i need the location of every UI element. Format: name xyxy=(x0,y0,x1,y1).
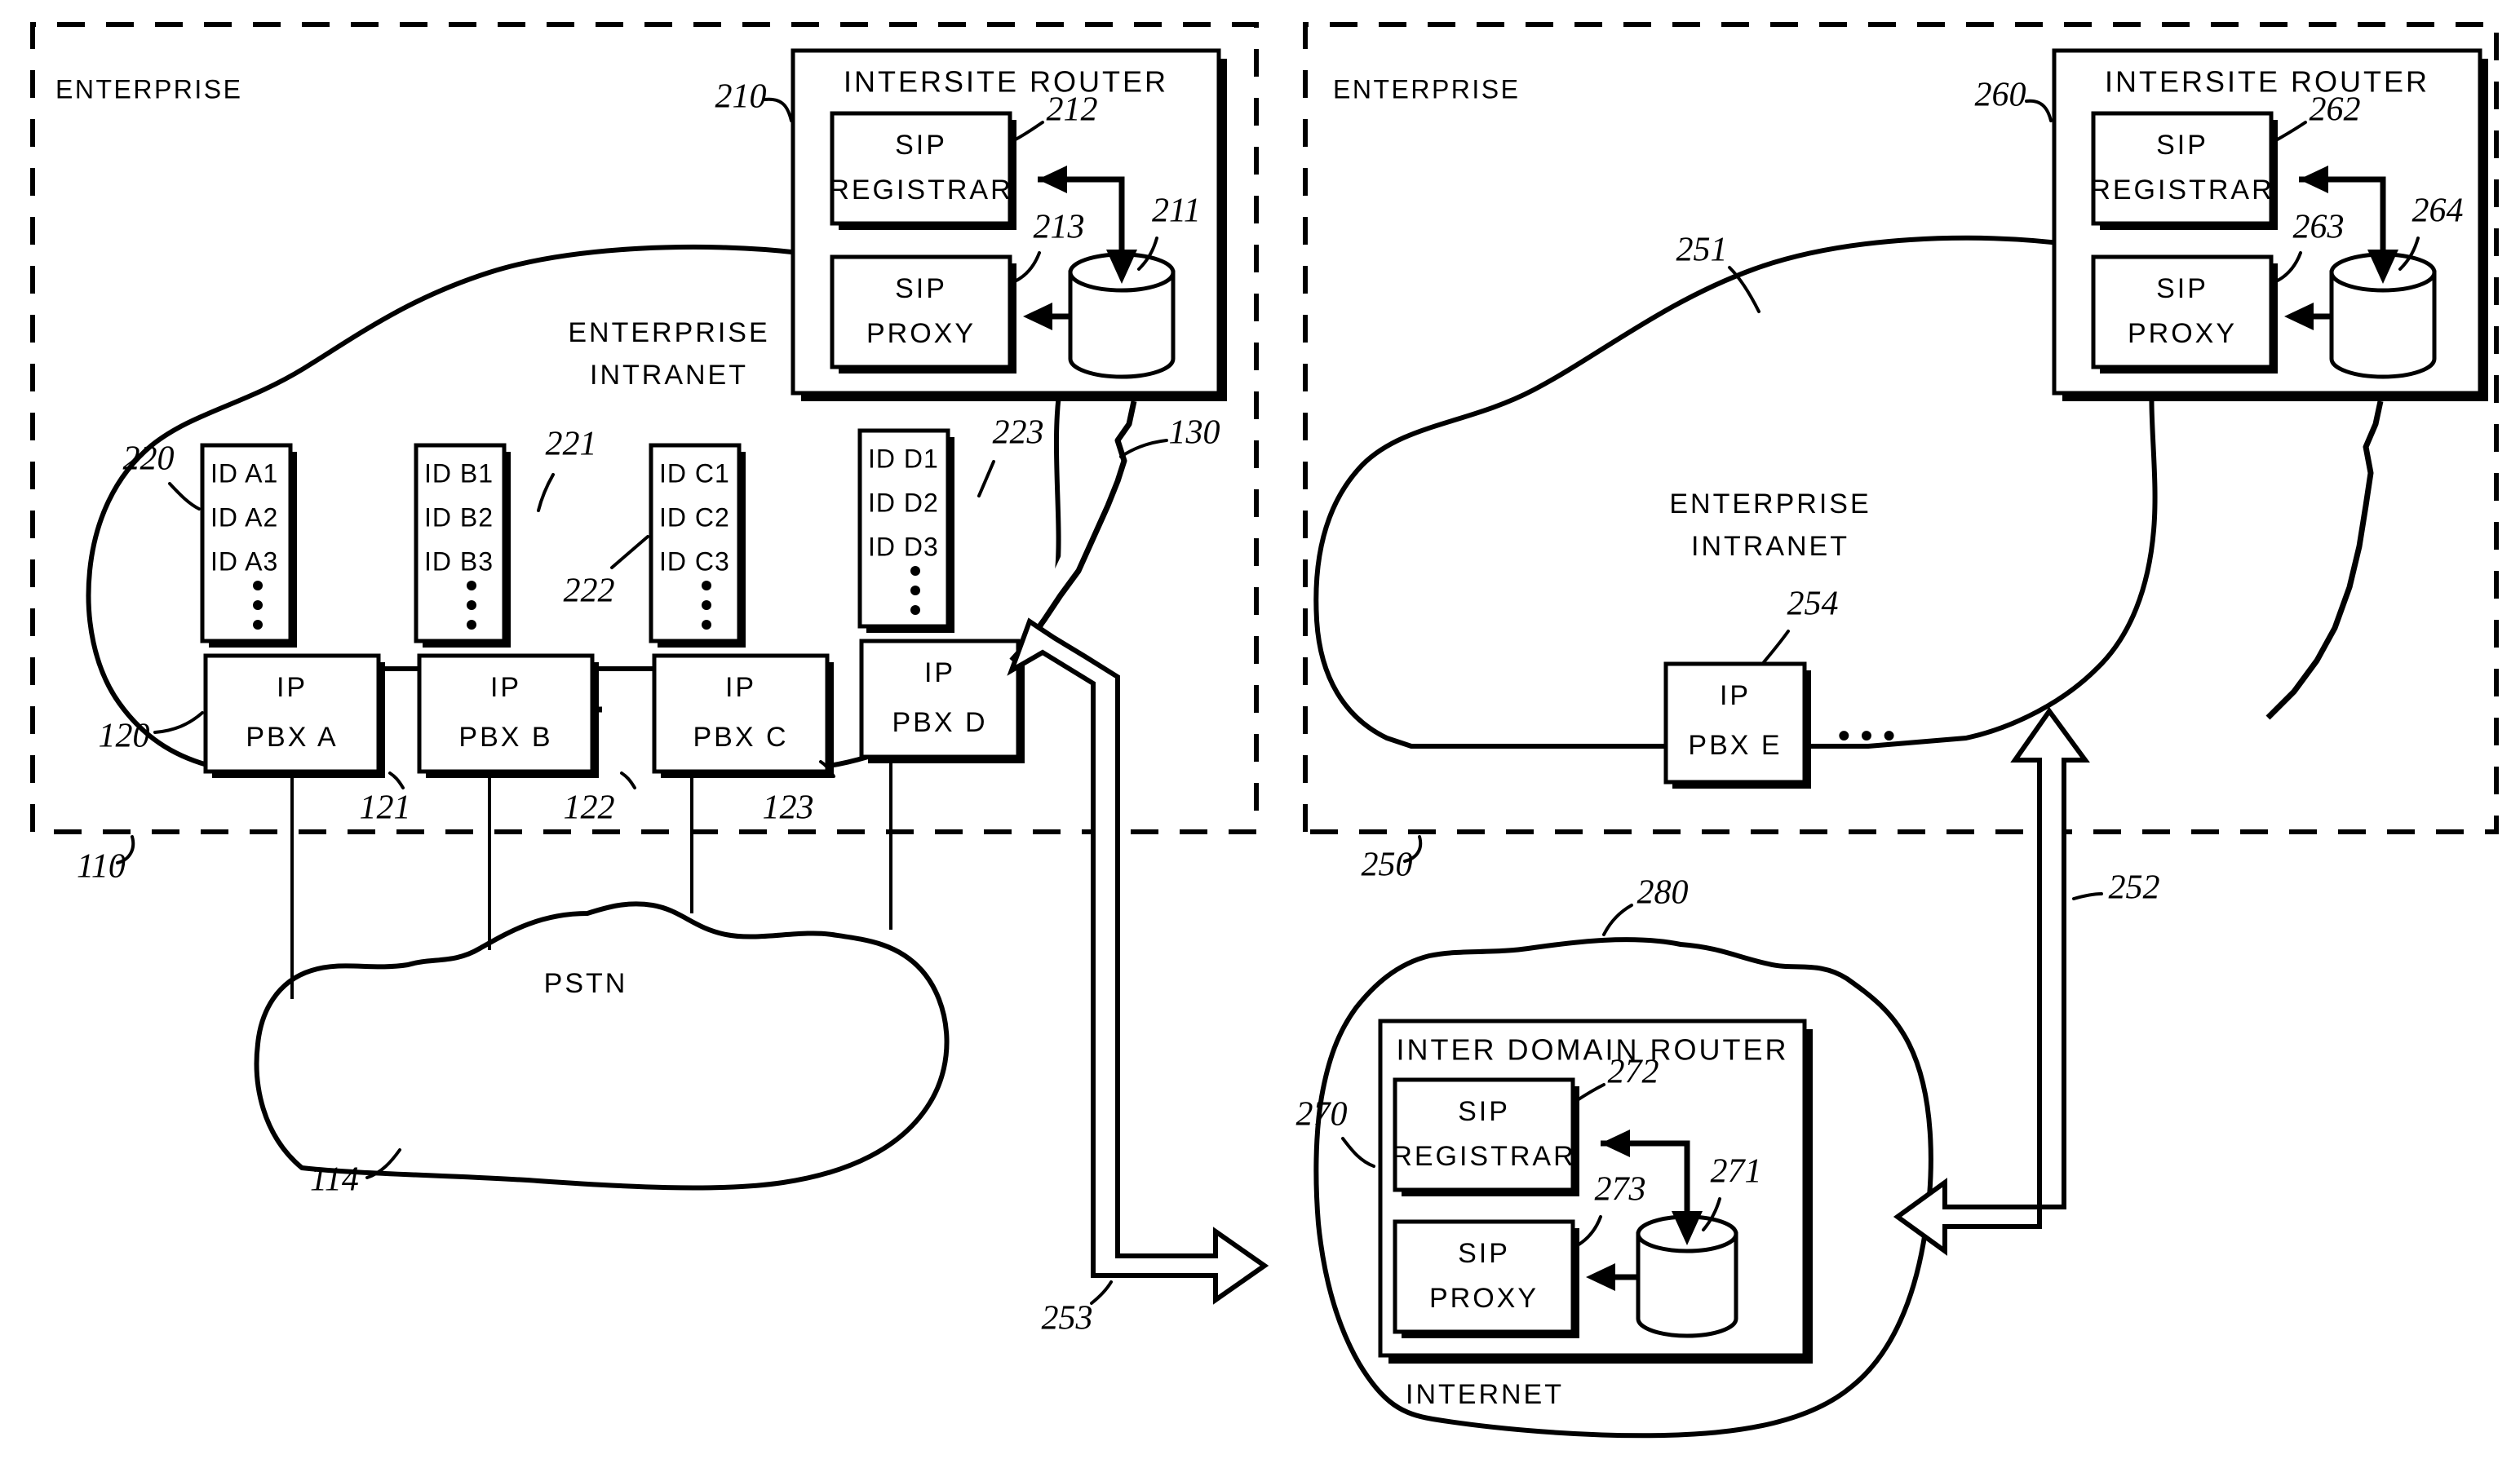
ip-pbx-c: IP PBX C xyxy=(652,653,834,778)
id-table-d-row-0: ID D1 xyxy=(868,444,939,473)
ip-pbx-c-line2: PBX C xyxy=(693,722,788,753)
ip-pbx-a-line2: PBX A xyxy=(246,722,338,753)
left-sip-proxy-line1: SIP xyxy=(895,273,947,304)
id-table-b-row-2: ID B3 xyxy=(424,546,494,576)
id-table-c-row-2: ID C3 xyxy=(659,546,730,576)
tunnel-253 xyxy=(1007,617,1269,1305)
ref-222: 222 xyxy=(564,573,615,610)
right-sip-proxy: SIP PROXY xyxy=(2091,254,2278,374)
ref-251: 251 xyxy=(1676,232,1728,269)
id-table-d: ID D1 ID D2 ID D3 xyxy=(857,428,954,633)
ref-271: 271 xyxy=(1711,1153,1762,1191)
right-cloud-label-line2: INTRANET xyxy=(1691,531,1849,562)
ip-pbx-e: IP PBX E xyxy=(1663,661,1811,789)
right-sip-registrar-line2: REGISTRAR xyxy=(2090,175,2274,206)
inter-domain-router-title: INTER DOMAIN ROUTER xyxy=(1396,1033,1788,1067)
ref-280: 280 xyxy=(1637,874,1689,912)
left-sip-registrar-line2: REGISTRAR xyxy=(829,175,1012,206)
patent-figure: ENTERPRISE INTRANET ENTERPRISE INTRANET … xyxy=(0,0,2520,1481)
ref-253: 253 xyxy=(1042,1300,1093,1337)
ref-273: 273 xyxy=(1595,1171,1646,1209)
left-router-title: INTERSITE ROUTER xyxy=(844,65,1168,99)
id-table-c-row-1: ID C2 xyxy=(659,502,730,532)
idr-sip-registrar-line2: REGISTRAR xyxy=(1392,1141,1575,1172)
ref-210: 210 xyxy=(715,78,767,116)
ref-114: 114 xyxy=(310,1161,359,1199)
ip-pbx-b: IP PBX B xyxy=(417,653,599,778)
right-router-title: INTERSITE ROUTER xyxy=(2105,65,2429,99)
left-sip-proxy-line2: PROXY xyxy=(866,318,976,349)
left-cloud-label-line2: INTRANET xyxy=(590,360,748,391)
right-sip-registrar-line1: SIP xyxy=(2156,130,2208,161)
idr-sip-registrar-line1: SIP xyxy=(1458,1096,1510,1127)
ref-270: 270 xyxy=(1296,1096,1348,1134)
left-sip-proxy: SIP PROXY xyxy=(830,254,1016,374)
pbx-e-continuation-dots: • • • xyxy=(1838,716,1896,756)
id-table-b-row-0: ID B1 xyxy=(424,458,494,488)
right-sip-proxy-line1: SIP xyxy=(2156,273,2208,304)
internet-label: INTERNET xyxy=(1406,1379,1564,1410)
id-table-d-row-1: ID D2 xyxy=(868,488,939,517)
ip-pbx-e-line2: PBX E xyxy=(1688,730,1782,761)
ref-223: 223 xyxy=(993,414,1044,452)
ip-pbx-b-line2: PBX B xyxy=(458,722,552,753)
ip-pbx-d: IP PBX D xyxy=(859,639,1025,763)
ref-221: 221 xyxy=(546,426,597,463)
ip-pbx-d-line2: PBX D xyxy=(892,707,987,738)
ref-272: 272 xyxy=(1608,1054,1659,1091)
left-sip-registrar: SIP REGISTRAR xyxy=(829,111,1016,230)
ref-212: 212 xyxy=(1047,91,1098,129)
ip-pbx-d-line1: IP xyxy=(924,657,955,688)
ref-252: 252 xyxy=(2109,869,2160,907)
ref-110: 110 xyxy=(77,848,126,886)
ref-254: 254 xyxy=(1787,586,1839,623)
ref-263: 263 xyxy=(2293,209,2345,246)
ref-213: 213 xyxy=(1034,209,1085,246)
ref-250: 250 xyxy=(1362,847,1413,884)
id-table-c: ID C1 ID C2 ID C3 xyxy=(649,443,746,648)
right-cloud-label-line1: ENTERPRISE xyxy=(1669,489,1871,519)
idr-sip-proxy-line2: PROXY xyxy=(1429,1283,1539,1314)
idr-sip-registrar: SIP REGISTRAR xyxy=(1392,1077,1579,1196)
left-cloud-label-line1: ENTERPRISE xyxy=(568,317,769,348)
id-table-b: ID B1 ID B2 ID B3 xyxy=(414,443,511,648)
idr-sip-proxy: SIP PROXY xyxy=(1393,1219,1579,1338)
ref-122: 122 xyxy=(564,789,615,827)
ref-220: 220 xyxy=(123,440,175,478)
right-sip-registrar: SIP REGISTRAR xyxy=(2090,111,2278,230)
id-table-d-row-2: ID D3 xyxy=(868,532,939,561)
id-table-b-row-1: ID B2 xyxy=(424,502,494,532)
left-sip-registrar-line1: SIP xyxy=(895,130,947,161)
right-sip-proxy-line2: PROXY xyxy=(2128,318,2237,349)
id-table-a: ID A1 ID A2 ID A3 xyxy=(200,443,297,648)
ref-260: 260 xyxy=(1975,77,2026,114)
ref-121: 121 xyxy=(360,789,411,827)
right-enterprise-label: ENTERPRISE xyxy=(1333,74,1520,104)
ref-120: 120 xyxy=(99,718,150,755)
id-table-a-row-1: ID A2 xyxy=(210,502,278,532)
idr-sip-proxy-line1: SIP xyxy=(1458,1238,1510,1269)
ref-262: 262 xyxy=(2310,91,2361,129)
id-table-c-row-0: ID C1 xyxy=(659,458,730,488)
ip-pbx-a: IP PBX A xyxy=(203,653,385,778)
ip-pbx-c-line1: IP xyxy=(725,672,756,703)
ref-264: 264 xyxy=(2412,192,2464,230)
ip-pbx-e-line1: IP xyxy=(1720,680,1751,711)
id-table-a-row-0: ID A1 xyxy=(210,458,278,488)
ip-pbx-b-line1: IP xyxy=(490,672,521,703)
id-table-a-row-2: ID A3 xyxy=(210,546,278,576)
ip-pbx-a-line1: IP xyxy=(277,672,308,703)
ref-211: 211 xyxy=(1152,192,1201,230)
pstn-label: PSTN xyxy=(544,968,628,999)
pstn-cloud xyxy=(254,901,950,1191)
ref-123: 123 xyxy=(763,789,814,827)
ref-130: 130 xyxy=(1169,414,1220,452)
left-enterprise-label: ENTERPRISE xyxy=(55,74,242,104)
